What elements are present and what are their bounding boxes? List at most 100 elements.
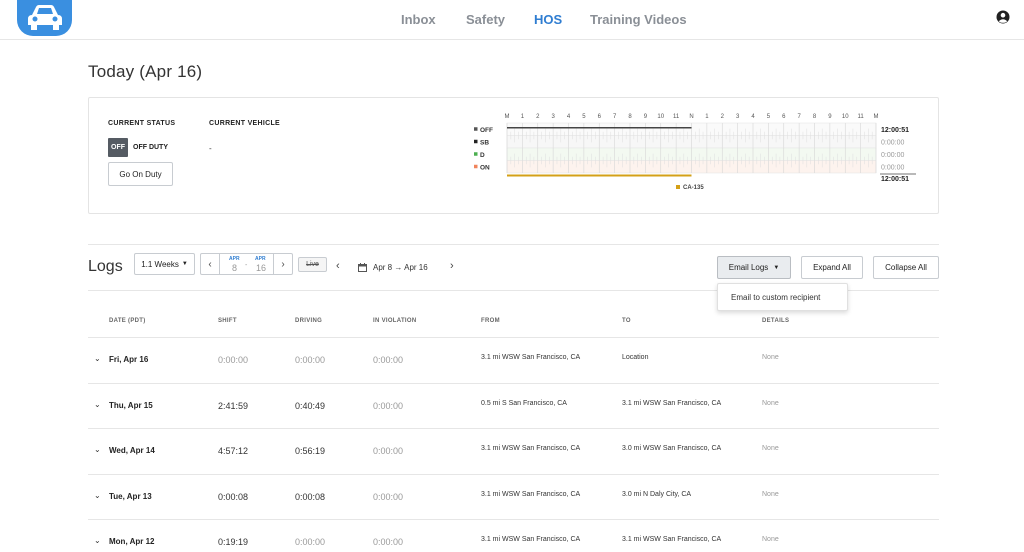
- row-details[interactable]: None: [762, 445, 779, 452]
- row-driving: 0:56:19: [295, 446, 325, 456]
- range-start-day: 8: [232, 263, 237, 273]
- row-date[interactable]: Thu, Apr 15: [109, 401, 153, 410]
- row-divider: [88, 519, 939, 520]
- hour-tick-label: 10: [842, 114, 849, 120]
- row-details[interactable]: None: [762, 354, 779, 361]
- hour-tick-label: 10: [657, 114, 664, 120]
- row-to: 3.0 mi N Daly City, CA: [622, 491, 691, 498]
- prev-range-icon[interactable]: ‹: [336, 260, 340, 272]
- hour-tick-label: 5: [767, 114, 771, 120]
- hos-row-label: OFF: [480, 127, 493, 134]
- expand-all-button[interactable]: Expand All: [801, 256, 863, 279]
- hour-tick-label: 4: [567, 114, 571, 120]
- car-icon: [26, 4, 64, 30]
- row-to: 3.0 mi WSW San Francisco, CA: [622, 445, 721, 452]
- chevron-down-icon[interactable]: ⌄: [94, 536, 101, 545]
- hour-tick-label: 2: [721, 114, 725, 120]
- hour-tick-label: M: [505, 114, 510, 120]
- hour-tick-label: 9: [828, 114, 832, 120]
- row-shift: 0:00:00: [218, 355, 248, 365]
- hour-tick-label: M: [874, 114, 879, 120]
- row-from: 3.1 mi WSW San Francisco, CA: [481, 536, 580, 543]
- row-date[interactable]: Mon, Apr 12: [109, 537, 154, 546]
- row-to: 3.1 mi WSW San Francisco, CA: [622, 400, 721, 407]
- col-date[interactable]: DATE (PDT): [109, 318, 146, 324]
- chevron-down-icon[interactable]: ⌄: [94, 354, 101, 363]
- row-from: 0.5 mi S San Francisco, CA: [481, 400, 567, 407]
- row-driving: 0:40:49: [295, 401, 325, 411]
- chevron-down-icon[interactable]: ⌄: [94, 491, 101, 500]
- vehicle-swatch: [676, 185, 680, 189]
- hour-tick-label: 8: [813, 114, 817, 120]
- row-shift: 0:19:19: [218, 537, 248, 547]
- hour-tick-label: 9: [644, 114, 648, 120]
- hour-tick-label: 2: [536, 114, 540, 120]
- email-custom-recipient-item[interactable]: Email to custom recipient: [731, 293, 820, 302]
- live-button[interactable]: Live: [298, 257, 327, 272]
- chevron-down-icon[interactable]: ⌄: [94, 400, 101, 409]
- weeks-select[interactable]: 1.1 Weeks ▼: [134, 253, 195, 275]
- status-swatch: [474, 127, 478, 131]
- email-logs-dropdown: Email to custom recipient: [717, 283, 848, 311]
- col-to[interactable]: TO: [622, 318, 631, 324]
- row-driving: 0:00:00: [295, 355, 325, 365]
- row-details[interactable]: None: [762, 400, 779, 407]
- range-end-day: 16: [256, 263, 266, 273]
- status-swatch: [474, 165, 478, 169]
- row-details[interactable]: None: [762, 536, 779, 543]
- hos-row-total: 0:00:00: [881, 139, 904, 146]
- logs-title: Logs: [88, 258, 123, 276]
- row-in-violation: 0:00:00: [373, 401, 403, 411]
- row-shift: 4:57:12: [218, 446, 248, 456]
- hour-tick-label: 3: [736, 114, 740, 120]
- row-from: 3.1 mi WSW San Francisco, CA: [481, 445, 580, 452]
- range-start-month: APR: [229, 256, 240, 262]
- row-divider: [88, 383, 939, 384]
- nav-hos[interactable]: HOS: [534, 12, 562, 27]
- row-shift: 2:41:59: [218, 401, 248, 411]
- row-to: 3.1 mi WSW San Francisco, CA: [622, 536, 721, 543]
- range-separator: -: [245, 262, 247, 269]
- hour-tick-label: 7: [613, 114, 617, 120]
- col-details[interactable]: DETAILS: [762, 318, 789, 324]
- hour-tick-label: 4: [751, 114, 755, 120]
- row-date[interactable]: Wed, Apr 14: [109, 446, 155, 455]
- row-divider: [88, 474, 939, 475]
- logs-divider: [88, 290, 718, 291]
- date-range-picker[interactable]: ‹ APR 8 - APR 16 ›: [200, 253, 293, 275]
- row-divider: [88, 337, 939, 338]
- col-shift[interactable]: SHIFT: [218, 318, 237, 324]
- go-on-duty-button[interactable]: Go On Duty: [108, 162, 173, 186]
- hour-tick-label: 11: [858, 114, 865, 120]
- col-from[interactable]: FROM: [481, 318, 500, 324]
- calendar-icon: [358, 263, 367, 272]
- status-badge: OFF: [108, 138, 128, 157]
- hos-row-total: 12:00:51: [881, 127, 909, 134]
- row-in-violation: 0:00:00: [373, 355, 403, 365]
- hos-row-total: 0:00:00: [881, 164, 904, 171]
- chevron-right-icon[interactable]: ›: [273, 254, 292, 274]
- col-in-violation[interactable]: IN VIOLATION: [373, 318, 417, 324]
- top-nav-bar: Inbox Safety HOS Training Videos: [0, 0, 1024, 40]
- row-divider: [88, 428, 939, 429]
- nav-safety[interactable]: Safety: [466, 12, 505, 27]
- row-date[interactable]: Tue, Apr 13: [109, 492, 152, 501]
- chevron-down-icon[interactable]: ⌄: [94, 445, 101, 454]
- row-date[interactable]: Fri, Apr 16: [109, 355, 148, 364]
- row-details[interactable]: None: [762, 491, 779, 498]
- email-logs-button[interactable]: Email Logs ▼: [717, 256, 791, 279]
- chevron-left-icon[interactable]: ‹: [201, 254, 220, 274]
- app-logo[interactable]: [17, 0, 72, 36]
- next-range-icon[interactable]: ›: [450, 260, 454, 272]
- hos-row-total: 0:00:00: [881, 152, 904, 159]
- row-in-violation: 0:00:00: [373, 492, 403, 502]
- email-logs-label: Email Logs: [729, 263, 769, 272]
- nav-training-videos[interactable]: Training Videos: [590, 12, 687, 27]
- user-circle-icon[interactable]: [996, 10, 1010, 24]
- nav-inbox[interactable]: Inbox: [401, 12, 436, 27]
- row-driving: 0:00:08: [295, 492, 325, 502]
- collapse-all-button[interactable]: Collapse All: [873, 256, 939, 279]
- hour-tick-label: 11: [673, 114, 680, 120]
- col-driving[interactable]: DRIVING: [295, 318, 322, 324]
- current-vehicle-label: CURRENT VEHICLE: [209, 120, 280, 127]
